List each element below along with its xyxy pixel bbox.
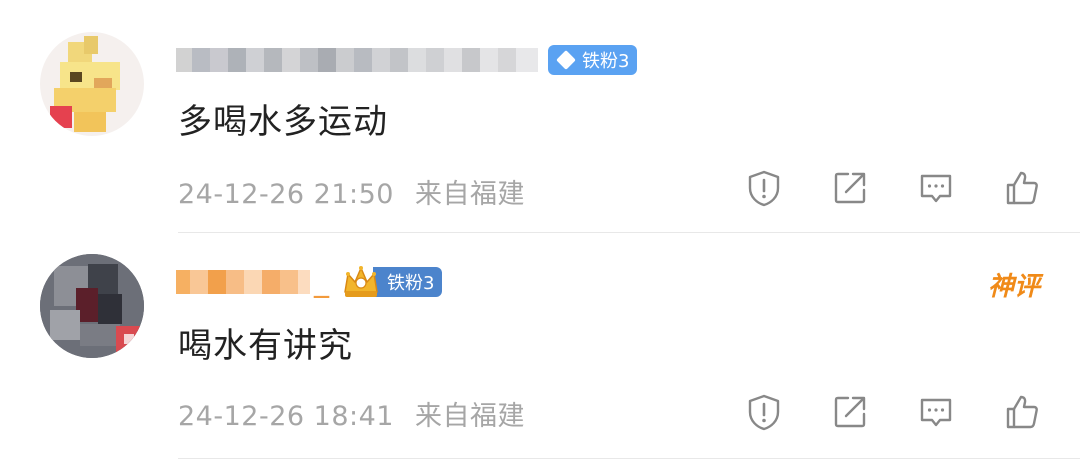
comment-meta: 24-12-26 21:50 来自福建 bbox=[178, 172, 525, 211]
comment-location: 来自福建 bbox=[415, 401, 526, 432]
comment-item: _ 铁粉3 神评 喝水有讲究 24-12-26 18:41 来自福建 bbox=[0, 230, 1080, 460]
fan-badge[interactable]: 铁粉3 bbox=[341, 262, 443, 302]
fan-badge[interactable]: 铁粉3 bbox=[548, 45, 638, 75]
username-blurred[interactable] bbox=[176, 45, 538, 75]
comment-list: 铁粉3 多喝水多运动 24-12-26 21:50 来自福建 _ 铁粉3 神评 … bbox=[0, 0, 1080, 461]
crown-icon bbox=[341, 262, 381, 302]
comment-button[interactable] bbox=[916, 168, 956, 208]
diamond-icon bbox=[556, 50, 576, 70]
comment-text: 多喝水多运动 bbox=[178, 102, 388, 142]
like-icon bbox=[1006, 395, 1038, 429]
comment-item: 铁粉3 多喝水多运动 24-12-26 21:50 来自福建 bbox=[0, 0, 1080, 230]
report-button[interactable] bbox=[744, 168, 784, 208]
report-icon bbox=[748, 170, 780, 207]
divider bbox=[178, 458, 1080, 459]
comment-time: 24-12-26 18:41 bbox=[178, 401, 394, 432]
comment-icon bbox=[920, 398, 952, 427]
comment-actions bbox=[744, 392, 1042, 432]
report-icon bbox=[748, 394, 780, 431]
avatar[interactable] bbox=[40, 254, 144, 358]
comment-button[interactable] bbox=[916, 392, 956, 432]
username-row: _ 铁粉3 bbox=[176, 262, 443, 302]
like-button[interactable] bbox=[1002, 168, 1042, 208]
report-button[interactable] bbox=[744, 392, 784, 432]
comment-actions bbox=[744, 168, 1042, 208]
share-button[interactable] bbox=[830, 392, 870, 432]
god-comment-tag: 神评 bbox=[987, 272, 1040, 302]
username-suffix: _ bbox=[314, 264, 329, 299]
avatar[interactable] bbox=[40, 32, 144, 136]
comment-time: 24-12-26 21:50 bbox=[178, 179, 394, 210]
like-icon bbox=[1006, 171, 1038, 205]
share-icon bbox=[834, 172, 866, 204]
share-button[interactable] bbox=[830, 168, 870, 208]
comment-location: 来自福建 bbox=[415, 179, 526, 210]
username-blurred[interactable]: _ bbox=[176, 267, 329, 297]
comment-icon bbox=[920, 174, 952, 203]
fan-badge-label: 铁粉3 bbox=[582, 51, 630, 72]
like-button[interactable] bbox=[1002, 392, 1042, 432]
comment-text: 喝水有讲究 bbox=[178, 326, 353, 366]
fan-badge-label: 铁粉3 bbox=[387, 273, 435, 294]
comment-meta: 24-12-26 18:41 来自福建 bbox=[178, 394, 525, 433]
username-row: 铁粉3 bbox=[176, 42, 638, 78]
share-icon bbox=[834, 396, 866, 428]
